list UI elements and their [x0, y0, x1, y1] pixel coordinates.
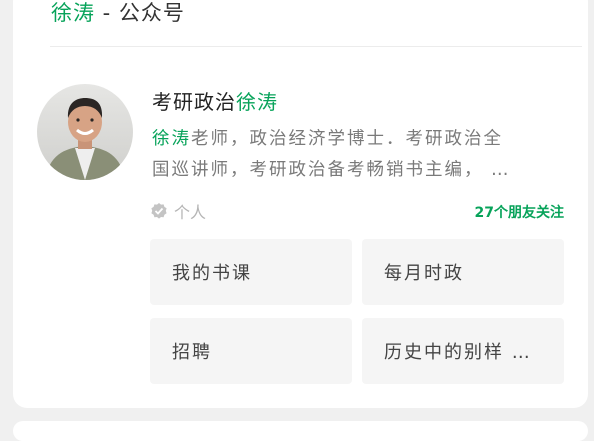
- account-title-suffix: - 公众号: [95, 1, 185, 25]
- menu-button-history[interactable]: 历史中的别样 …: [362, 318, 564, 384]
- account-name-highlight: 徐涛: [236, 90, 278, 114]
- account-title[interactable]: 徐涛 - 公众号: [51, 0, 185, 27]
- menu-button-monthly-news[interactable]: 每月时政: [362, 239, 564, 305]
- verified-check-icon: [151, 203, 167, 219]
- description-line-1-rest: 老师，政治经济学博士．考研政治全: [191, 129, 503, 149]
- account-name-prefix: 考研政治: [152, 90, 236, 114]
- verification-status: 个人: [150, 199, 206, 223]
- menu-button-my-books[interactable]: 我的书课: [150, 239, 352, 305]
- avatar-image: [37, 84, 133, 180]
- friends-following[interactable]: 27个朋友关注: [475, 202, 564, 222]
- menu-button-recruitment[interactable]: 招聘: [150, 318, 352, 384]
- avatar[interactable]: [37, 84, 133, 180]
- account-description: 徐涛老师，政治经济学博士．考研政治全 国巡讲师，考研政治备考畅销书主编， …: [152, 124, 572, 186]
- account-name[interactable]: 考研政治徐涛: [152, 86, 278, 115]
- verification-label: 个人: [174, 203, 207, 222]
- description-highlight: 徐涛: [152, 129, 191, 149]
- description-line-2: 国巡讲师，考研政治备考畅销书主编， …: [152, 160, 511, 180]
- next-card: [13, 421, 588, 441]
- divider: [50, 46, 582, 47]
- description-line-1: 徐涛老师，政治经济学博士．考研政治全: [152, 124, 572, 155]
- account-title-highlight: 徐涛: [51, 1, 95, 25]
